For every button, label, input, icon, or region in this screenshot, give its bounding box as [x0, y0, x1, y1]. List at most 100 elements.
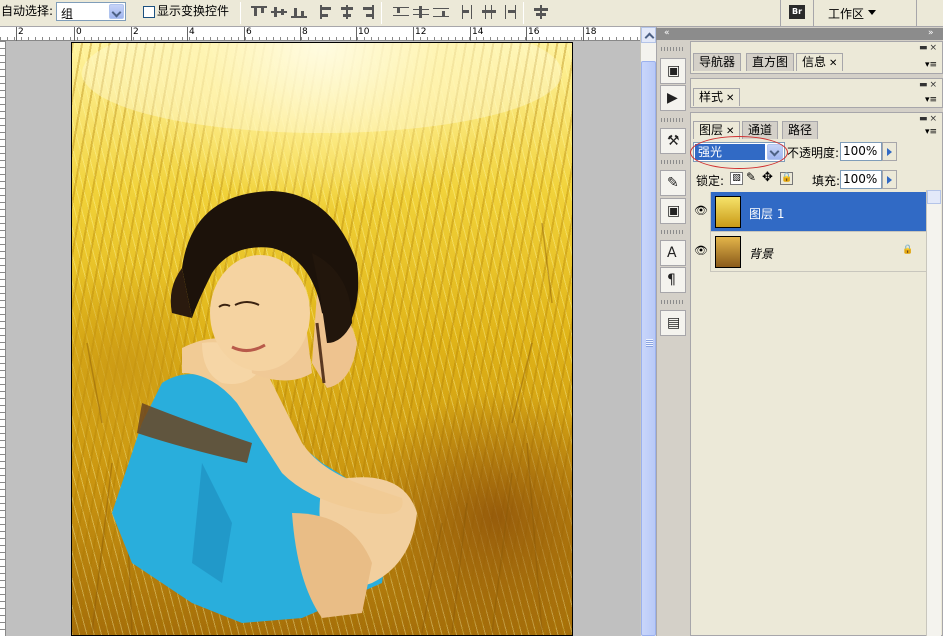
lock-pixels-icon[interactable]: ✎	[746, 170, 756, 184]
show-transform-checkbox[interactable]	[143, 6, 155, 18]
ruler-tick	[583, 27, 584, 41]
history-icon: ▣	[667, 63, 681, 79]
fill-input[interactable]: 100%	[840, 170, 882, 189]
tab-paths[interactable]: 路径	[782, 121, 819, 139]
tool-presets-button[interactable]: ⚒	[660, 128, 686, 154]
lock-transparency-icon[interactable]: ▧	[730, 172, 743, 185]
panel-menu-icon[interactable]: ▾≡	[925, 127, 937, 137]
dock-strip-header	[656, 28, 688, 40]
show-transform-label: 显示变换控件	[157, 4, 230, 18]
panel-menu-icon[interactable]: ▾≡	[925, 95, 937, 105]
scroll-up-button[interactable]	[641, 27, 656, 43]
woman-in-field-image	[82, 43, 562, 634]
separator	[523, 2, 524, 24]
opacity-slider-button[interactable]	[882, 142, 897, 161]
bridge-icon: Br	[789, 5, 805, 19]
ruler-tick	[470, 27, 471, 41]
tab-histogram[interactable]: 直方图	[746, 53, 795, 71]
eye-icon: 👁	[694, 204, 708, 217]
document-image[interactable]	[71, 42, 573, 636]
distribute-left-icon[interactable]	[460, 4, 478, 20]
distribute-hcenter-icon[interactable]	[480, 4, 498, 20]
layers-panel: ▬×	[690, 112, 943, 636]
dock-grip	[661, 230, 685, 234]
clone-source-button[interactable]: ▣	[660, 198, 686, 224]
layer-row-background[interactable]: 👁 背景 🔒	[691, 232, 926, 272]
layer-name[interactable]: 背景	[749, 245, 773, 262]
dock-grip	[661, 118, 685, 122]
opacity-label: 不透明度:	[787, 146, 840, 160]
scrollbar-thumb[interactable]	[641, 61, 656, 636]
align-vcenter-icon[interactable]	[270, 4, 288, 20]
ruler-tick	[16, 27, 17, 41]
ruler-tick	[356, 27, 357, 41]
paragraph-panel-button[interactable]: ¶	[660, 267, 686, 293]
ruler-tick	[413, 27, 414, 41]
align-bottom-icon[interactable]	[290, 4, 308, 20]
visibility-toggle[interactable]: 👁	[691, 232, 711, 272]
opacity-input[interactable]: 100%	[840, 142, 882, 161]
bridge-button[interactable]: Br	[780, 0, 814, 26]
layers-scrollbar[interactable]	[926, 190, 941, 636]
stamp-icon: ▣	[667, 203, 681, 219]
layer-comps-icon: ▤	[667, 315, 681, 331]
tab-info[interactable]: 信息 ✕	[796, 53, 844, 71]
ruler-label: 18	[585, 27, 597, 37]
brush-icon: ✎	[667, 175, 679, 191]
tab-styles[interactable]: 样式 ✕	[693, 88, 741, 106]
ruler-tick	[300, 27, 301, 41]
distribute-vcenter-icon[interactable]	[412, 4, 430, 20]
layer-comps-button[interactable]: ▤	[660, 310, 686, 336]
ruler-label: 16	[528, 27, 540, 37]
ruler-label: 10	[358, 27, 370, 37]
scroll-up-button[interactable]	[927, 190, 941, 204]
panel-menu-icon[interactable]: ▾≡	[925, 60, 937, 70]
character-panel-button[interactable]: A	[660, 240, 686, 266]
lock-label: 锁定:	[696, 174, 725, 188]
minimize-close-icon[interactable]: ▬×	[919, 80, 939, 90]
workspace-button[interactable]: 工作区	[822, 0, 910, 26]
play-icon: ▶	[667, 90, 678, 106]
ruler-label: 6	[246, 27, 252, 37]
double-chevron-left-icon[interactable]: «	[664, 28, 671, 38]
align-hcenter-icon[interactable]	[338, 4, 356, 20]
double-chevron-right-icon[interactable]: »	[928, 28, 934, 38]
brushes-panel-button[interactable]: ✎	[660, 170, 686, 196]
lock-all-icon[interactable]: 🔒	[780, 172, 793, 185]
minimize-close-icon[interactable]: ▬×	[919, 114, 939, 124]
separator	[916, 0, 917, 26]
close-icon[interactable]: ✕	[829, 58, 837, 69]
eye-icon: 👁	[694, 244, 708, 257]
ruler-label: 4	[189, 27, 195, 37]
align-left-icon[interactable]	[318, 4, 336, 20]
auto-select-value: 组	[61, 7, 74, 21]
dock-grip	[661, 300, 685, 304]
chevron-down-icon	[109, 4, 124, 19]
history-panel-button[interactable]: ▣	[660, 58, 686, 84]
dock-grip	[661, 160, 685, 164]
auto-select-label: 自动选择:	[1, 4, 54, 18]
dock-grip	[661, 47, 685, 51]
auto-align-icon[interactable]	[532, 4, 550, 20]
ruler-label: 14	[472, 27, 484, 37]
close-icon[interactable]: ✕	[726, 93, 734, 104]
minimize-close-icon[interactable]: ▬×	[919, 43, 939, 53]
distribute-bottom-icon[interactable]	[432, 4, 450, 20]
layer-row-layer1[interactable]: 👁 图层 1	[691, 192, 926, 232]
layer-name[interactable]: 图层 1	[749, 205, 784, 222]
ruler-tick	[187, 27, 188, 41]
layer-thumbnail	[715, 196, 741, 228]
tab-navigator[interactable]: 导航器	[693, 53, 742, 71]
align-right-icon[interactable]	[358, 4, 376, 20]
actions-panel-button[interactable]: ▶	[660, 85, 686, 111]
distribute-right-icon[interactable]	[500, 4, 518, 20]
auto-select-dropdown[interactable]: 组	[56, 2, 126, 21]
fill-slider-button[interactable]	[882, 170, 897, 189]
ruler-tick	[131, 27, 132, 41]
triangle-down-icon	[868, 10, 876, 15]
lock-position-icon[interactable]: ✥	[762, 170, 773, 185]
distribute-top-icon[interactable]	[392, 4, 410, 20]
visibility-toggle[interactable]: 👁	[691, 192, 711, 232]
align-top-icon[interactable]	[250, 4, 268, 20]
canvas-vertical-scrollbar[interactable]	[640, 27, 656, 636]
